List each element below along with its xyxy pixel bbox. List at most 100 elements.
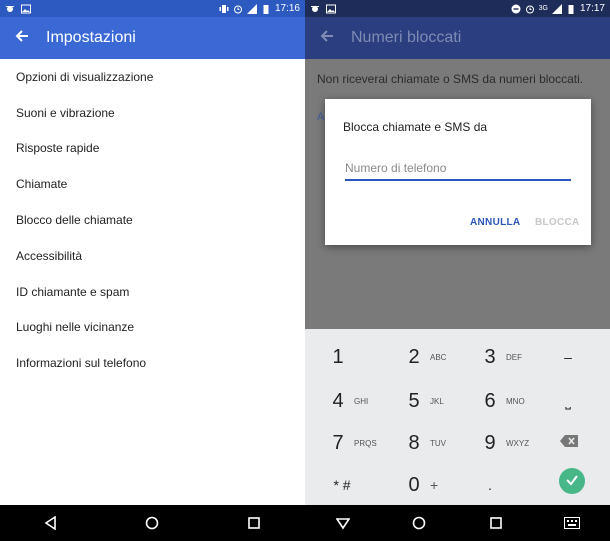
check-icon (565, 473, 579, 490)
settings-item-calls[interactable]: Chiamate (0, 166, 305, 202)
key-digit: 4 (332, 389, 344, 412)
block-button[interactable]: BLOCCA (535, 217, 580, 228)
network-type: 3G (538, 5, 548, 12)
backspace-key[interactable] (560, 421, 590, 465)
key-dot[interactable]: . (479, 463, 555, 507)
dial-keypad: 1 2 ABC 3 DEF – 4 GHI 5 JKL 6 MNO ⎵ 7 PRQS 8 TU… (305, 329, 610, 505)
key-space[interactable]: ⎵ (557, 379, 597, 423)
key-digit: * # (333, 477, 351, 493)
settings-item-label: Risposte rapide (16, 141, 100, 156)
signal-icon (551, 3, 562, 14)
status-bar: 17:16 (0, 0, 305, 17)
navigation-bar (0, 505, 305, 541)
settings-item-label: Blocco delle chiamate (16, 213, 133, 228)
key-digit: 3 (484, 345, 496, 368)
settings-item-quick-replies[interactable]: Risposte rapide (0, 131, 305, 167)
blocked-numbers-screen: 3G 17:17 Numeri bloccati Non riceverai c… (305, 0, 610, 541)
settings-item-accessibility[interactable]: Accessibilità (0, 238, 305, 274)
status-bar: 3G 17:17 (305, 0, 610, 17)
battery-icon (566, 4, 576, 14)
app-bar: Impostazioni (0, 17, 305, 59)
cancel-button[interactable]: ANNULLA (470, 217, 520, 228)
key-star-hash[interactable]: * # (327, 463, 403, 507)
key-1[interactable]: 1 (327, 335, 403, 379)
back-arrow-icon[interactable] (305, 28, 349, 49)
page-title: Numeri bloccati (351, 29, 462, 46)
key-dash[interactable]: – (557, 335, 597, 379)
settings-item-caller-id[interactable]: ID chiamante e spam (0, 274, 305, 310)
navigation-bar (305, 505, 610, 541)
key-digit: 8 (408, 431, 420, 454)
android-debug-icon (5, 4, 15, 14)
key-5[interactable]: 5 JKL (403, 379, 479, 423)
settings-item-display-options[interactable]: Opzioni di visualizzazione (0, 59, 305, 95)
battery-icon (261, 4, 271, 14)
key-7[interactable]: 7 PRQS (327, 421, 403, 465)
key-0[interactable]: 0 + (403, 463, 479, 507)
settings-item-nearby-places[interactable]: Luoghi nelle vicinanze (0, 310, 305, 346)
image-icon (326, 4, 336, 14)
keyboard-icon[interactable] (557, 508, 587, 538)
settings-item-label: Informazioni sul telefono (16, 356, 147, 371)
key-digit: 9 (484, 431, 496, 454)
key-letters: + (430, 477, 439, 493)
key-digit: 6 (484, 389, 496, 412)
recents-nav-icon[interactable] (481, 508, 511, 538)
key-digit: 0 (408, 473, 420, 496)
signal-icon (246, 3, 257, 14)
alarm-icon (233, 4, 243, 14)
settings-item-label: Suoni e vibrazione (16, 105, 115, 120)
settings-item-label: Luoghi nelle vicinanze (16, 320, 135, 335)
key-letters: JKL (430, 396, 444, 406)
back-nav-icon[interactable] (328, 508, 358, 538)
recents-nav-icon[interactable] (239, 508, 269, 538)
key-letters: GHI (354, 396, 369, 406)
page-title: Impostazioni (46, 29, 136, 46)
settings-item-label: Chiamate (16, 177, 68, 192)
key-letters: DEF (506, 352, 522, 362)
status-time: 17:16 (274, 3, 300, 14)
key-digit: 7 (332, 431, 344, 454)
add-number-link[interactable]: A (317, 111, 324, 123)
settings-item-label: ID chiamante e spam (16, 284, 130, 299)
key-digit: ⎵ (565, 392, 571, 409)
key-6[interactable]: 6 MNO (479, 379, 555, 423)
key-letters: MNO (506, 396, 525, 406)
key-digit: . (488, 477, 492, 493)
settings-item-label: Accessibilità (16, 248, 83, 263)
settings-item-label: Opzioni di visualizzazione (16, 69, 154, 84)
key-4[interactable]: 4 GHI (327, 379, 403, 423)
key-9[interactable]: 9 WXYZ (479, 421, 555, 465)
confirm-button[interactable] (559, 468, 585, 494)
phone-number-input[interactable]: Numero di telefono (345, 159, 571, 181)
settings-item-call-blocking[interactable]: Blocco delle chiamate (0, 202, 305, 238)
settings-list: Opzioni di visualizzazione Suoni e vibra… (0, 59, 305, 381)
key-digit: – (564, 349, 572, 365)
settings-item-phone-info[interactable]: Informazioni sul telefono (0, 345, 305, 381)
back-nav-icon[interactable] (36, 508, 66, 538)
android-debug-icon (310, 4, 320, 14)
status-time: 17:17 (579, 3, 605, 14)
blocked-description: Non riceverai chiamate o SMS da numeri b… (317, 72, 584, 86)
key-letters: PRQS (354, 438, 377, 448)
key-3[interactable]: 3 DEF (479, 335, 555, 379)
settings-screen: 17:16 Impostazioni Opzioni di visualizza… (0, 0, 305, 541)
settings-item-sounds[interactable]: Suoni e vibrazione (0, 95, 305, 131)
alarm-icon (525, 4, 535, 14)
home-nav-icon[interactable] (137, 508, 167, 538)
key-digit: 2 (408, 345, 420, 368)
back-arrow-icon[interactable] (0, 28, 44, 49)
key-8[interactable]: 8 TUV (403, 421, 479, 465)
block-dialog: Blocca chiamate e SMS da Numero di telef… (325, 99, 591, 245)
dialog-title: Blocca chiamate e SMS da (343, 120, 488, 134)
do-not-disturb-icon (511, 4, 521, 14)
image-icon (21, 4, 31, 14)
app-bar: Numeri bloccati (305, 17, 610, 59)
vibrate-icon (219, 4, 229, 14)
key-2[interactable]: 2 ABC (403, 335, 479, 379)
backspace-icon (560, 434, 578, 452)
key-letters: ABC (430, 352, 447, 362)
key-letters: TUV (430, 438, 446, 448)
home-nav-icon[interactable] (404, 508, 434, 538)
key-letters: WXYZ (506, 438, 530, 448)
